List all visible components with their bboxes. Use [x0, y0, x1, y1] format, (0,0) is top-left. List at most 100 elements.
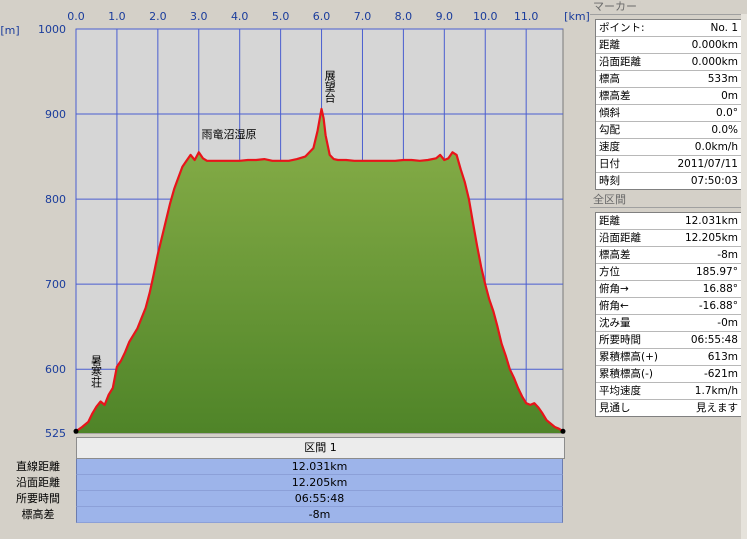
marker-panel-row: 距離 0.000km	[596, 37, 742, 54]
row-label: 距離	[599, 215, 620, 227]
row-label: 速度	[599, 141, 620, 153]
row-label: 俯角→	[599, 283, 629, 295]
row-value: 613m	[707, 351, 738, 363]
total-panel-row: 俯角← -16.88°	[596, 298, 742, 315]
row-value: -8m	[717, 249, 738, 261]
marker-panel-row: 日付 2011/07/11	[596, 156, 742, 173]
row-value: 07:50:03	[690, 175, 738, 187]
row-label: ポイント:	[599, 22, 645, 34]
section-row-surface-distance: 沿面距離 12.205km	[0, 475, 566, 491]
row-value: 0.0km/h	[694, 141, 738, 153]
row-label: 沿面距離	[599, 56, 641, 68]
section-row-label: 標高差	[21, 508, 55, 521]
row-value: -621m	[703, 368, 738, 380]
row-label: 標高差	[599, 90, 631, 102]
marker-panel-row: 傾斜 0.0°	[596, 105, 742, 122]
y-tick-label: 525	[45, 427, 66, 437]
y-tick-label: 800	[45, 193, 66, 206]
section-header[interactable]: 区間 1	[76, 437, 565, 459]
row-label: 沈み量	[599, 317, 631, 329]
marker-panel-row: 速度 0.0km/h	[596, 139, 742, 156]
row-value: 見えます	[696, 402, 738, 414]
x-tick-label: 7.0	[354, 10, 372, 23]
total-panel-row: 沿面距離 12.205km	[596, 230, 742, 247]
total-panel-row: 累積標高(+) 613m	[596, 349, 742, 366]
x-tick-label: 6.0	[313, 10, 331, 23]
section-row-elevation-diff: 標高差 -8m	[0, 507, 566, 523]
row-label: 方位	[599, 266, 620, 278]
total-panel-row: 見通し 見えます	[596, 400, 742, 416]
total-panel-row: 累積標高(-) -621m	[596, 366, 742, 383]
x-tick-label: 2.0	[149, 10, 167, 23]
x-axis-unit: [km]	[564, 10, 590, 23]
section-row-label: 所要時間	[16, 492, 60, 505]
row-value: 185.97°	[696, 266, 738, 278]
x-tick-label: 5.0	[272, 10, 290, 23]
total-panel-row: 距離 12.031km	[596, 213, 742, 230]
y-tick-label: 700	[45, 278, 66, 291]
row-value: 2011/07/11	[677, 158, 738, 170]
total-panel-row: 方位 185.97°	[596, 264, 742, 281]
elevation-chart-svg[interactable]: 0.0 1.0 2.0 3.0 4.0 5.0 6.0 7.0 8.0 9.0 10.0 11.0 [k…	[0, 0, 590, 437]
x-tick-label: 4.0	[231, 10, 249, 23]
start-marker	[73, 428, 79, 434]
total-panel-title: 全区間	[590, 193, 747, 208]
y-tick-label: 900	[45, 108, 66, 121]
row-label: 標高差	[599, 249, 631, 261]
total-panel-row: 平均速度 1.7km/h	[596, 383, 742, 400]
marker-panel: ポイント: No. 1 距離 0.000km 沿面距離 0.000km 標高 533m 標高差 0…	[595, 19, 743, 190]
section-row-duration: 所要時間 06:55:48	[0, 491, 566, 507]
row-label: 距離	[599, 39, 620, 51]
section-row-value: 12.205km	[76, 475, 563, 491]
row-label: 勾配	[599, 124, 620, 136]
annotation-label: 暑寒荘	[90, 355, 103, 389]
end-marker	[560, 428, 566, 434]
annotation-label: 雨竜沼湿原	[202, 127, 257, 141]
marker-panel-row: 勾配 0.0%	[596, 122, 742, 139]
x-tick-label: 11.0	[514, 10, 539, 23]
row-value: 0.000km	[691, 39, 738, 51]
total-panel-row: 沈み量 -0m	[596, 315, 742, 332]
total-panel-row: 所要時間 06:55:48	[596, 332, 742, 349]
row-label: 所要時間	[599, 334, 641, 346]
x-tick-label: 0.0	[67, 10, 85, 23]
info-sidebar: マーカー ポイント: No. 1 距離 0.000km 沿面距離 0.000km 標高 533…	[590, 0, 747, 539]
row-value: 12.205km	[684, 232, 738, 244]
row-value: 12.031km	[684, 215, 738, 227]
y-tick-label: 1000	[38, 23, 66, 36]
x-tick-label: 9.0	[436, 10, 454, 23]
row-label: 傾斜	[599, 107, 620, 119]
total-panel-row: 標高差 -8m	[596, 247, 742, 264]
row-value: 533m	[707, 73, 738, 85]
y-tick-label: 600	[45, 363, 66, 376]
row-label: 標高	[599, 73, 620, 85]
marker-panel-row: 沿面距離 0.000km	[596, 54, 742, 71]
y-axis-unit: [m]	[0, 24, 19, 37]
row-value: 1.7km/h	[694, 385, 738, 397]
marker-panel-row: 時刻 07:50:03	[596, 173, 742, 189]
section-row-value: 12.031km	[76, 459, 563, 475]
x-tick-label: 3.0	[190, 10, 208, 23]
row-value: 0.000km	[691, 56, 738, 68]
row-label: 累積標高(+)	[599, 351, 658, 363]
row-value: 0m	[721, 90, 738, 102]
section-row-straight-distance: 直線距離 12.031km	[0, 459, 566, 475]
marker-panel-title: マーカー	[590, 0, 747, 15]
marker-panel-row: ポイント: No. 1	[596, 20, 742, 37]
marker-panel-row: 標高差 0m	[596, 88, 742, 105]
row-label: 俯角←	[599, 300, 629, 312]
x-tick-label: 1.0	[108, 10, 126, 23]
marker-panel-row: 標高 533m	[596, 71, 742, 88]
row-label: 沿面距離	[599, 232, 641, 244]
row-value: -0m	[717, 317, 738, 329]
row-label: 見通し	[599, 402, 631, 414]
total-panel-row: 俯角→ 16.88°	[596, 281, 742, 298]
row-value: 16.88°	[702, 283, 738, 295]
section-row-value: -8m	[76, 507, 563, 523]
sidebar-scrollbar[interactable]	[741, 14, 747, 539]
x-tick-label: 10.0	[473, 10, 498, 23]
section-row-label: 沿面距離	[16, 476, 60, 489]
row-label: 累積標高(-)	[599, 368, 653, 380]
section-row-value: 06:55:48	[76, 491, 563, 507]
x-tick-label: 8.0	[395, 10, 413, 23]
